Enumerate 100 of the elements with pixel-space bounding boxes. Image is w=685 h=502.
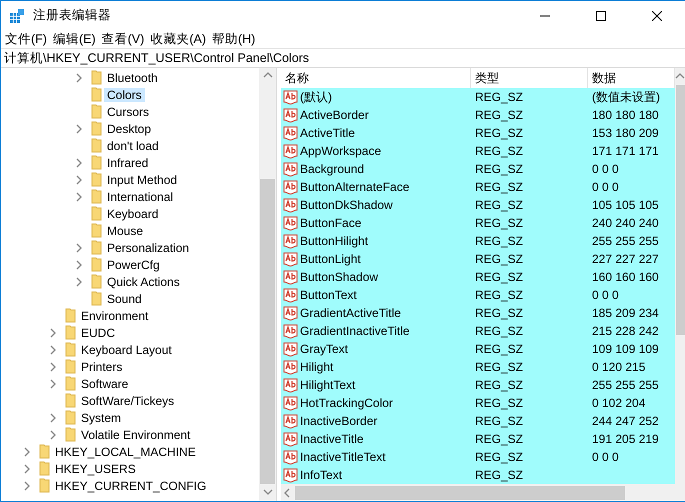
tree-item[interactable]: Colors xyxy=(104,88,145,102)
tree-item[interactable]: don't load xyxy=(104,138,162,152)
table-row[interactable]: ButtonLight REG_SZ 227 227 227 xyxy=(281,250,675,268)
folder-icon xyxy=(91,172,102,187)
tree-item[interactable]: SoftWare/Tickeys xyxy=(78,394,178,408)
table-row[interactable]: AppWorkspace REG_SZ 171 171 171 xyxy=(281,142,675,160)
tree-item[interactable]: Printers xyxy=(78,360,126,374)
table-cell: InactiveTitleText xyxy=(300,450,386,464)
string-value-icon xyxy=(283,306,298,320)
table-cell: InactiveTitle xyxy=(300,432,364,446)
table-cell: GrayText xyxy=(300,342,348,356)
folder-icon xyxy=(65,342,76,357)
menu-item[interactable]: 帮助(H) xyxy=(210,30,260,48)
tree-item[interactable]: System xyxy=(78,410,124,424)
table-cell-text: 0 0 0 xyxy=(591,288,620,302)
scrollbar-thumb[interactable] xyxy=(295,486,625,500)
string-value-icon xyxy=(283,378,298,392)
table-cell-text: 240 240 240 xyxy=(591,216,660,230)
table-row[interactable]: Hilight REG_SZ 0 120 215 xyxy=(281,358,675,376)
scrollbar[interactable] xyxy=(281,484,685,501)
menu-item[interactable]: 查看(V) xyxy=(100,30,148,48)
tree-item[interactable]: Software xyxy=(78,376,132,390)
folder-icon xyxy=(65,325,76,340)
table-cell-text: REG_SZ xyxy=(474,252,524,266)
table-cell: ButtonDkShadow xyxy=(300,198,393,212)
string-value-icon xyxy=(283,90,298,104)
address-bar[interactable]: 计算机\HKEY_CURRENT_USER\Control Panel\Colors xyxy=(1,48,685,68)
tree-item[interactable]: Keyboard Layout xyxy=(78,342,175,356)
folder-icon xyxy=(91,155,102,170)
tree-item[interactable]: Infrared xyxy=(104,156,152,170)
table-cell: ButtonLight xyxy=(300,252,361,266)
table-row[interactable]: ActiveBorder REG_SZ 180 180 180 xyxy=(281,106,675,124)
table-row[interactable]: ButtonDkShadow REG_SZ 105 105 105 xyxy=(281,196,675,214)
folder-icon xyxy=(91,240,102,255)
tree-item[interactable]: Bluetooth xyxy=(104,70,161,84)
tree-item[interactable]: Quick Actions xyxy=(104,274,183,288)
tree-item[interactable]: Input Method xyxy=(104,172,180,186)
scrollbar-thumb[interactable] xyxy=(676,85,684,335)
tree-item[interactable]: Sound xyxy=(104,292,145,306)
folder-icon xyxy=(91,121,102,136)
table-cell-text: 0 0 0 xyxy=(591,450,620,464)
table-row[interactable]: Background REG_SZ 0 0 0 xyxy=(281,160,675,178)
table-cell-text: REG_SZ xyxy=(474,342,524,356)
table-cell: ButtonShadow xyxy=(300,270,378,284)
table-cell: ButtonAlternateFace xyxy=(300,180,410,194)
table-cell: GradientActiveTitle xyxy=(300,306,401,320)
table-cell-text: 171 171 171 xyxy=(591,144,660,158)
scrollbar[interactable] xyxy=(259,68,276,501)
table-row[interactable]: (默认) REG_SZ (数值未设置) xyxy=(281,88,675,106)
table-cell-text: 160 160 160 xyxy=(591,270,660,284)
tree-item[interactable]: HKEY_CURRENT_CONFIG xyxy=(52,478,210,492)
folder-icon xyxy=(91,189,102,204)
string-value-icon xyxy=(283,288,298,302)
tree-item[interactable]: Personalization xyxy=(104,240,192,254)
table-row[interactable]: ButtonText REG_SZ 0 0 0 xyxy=(281,286,675,304)
table-cell-text: REG_SZ xyxy=(474,396,524,410)
folder-icon xyxy=(65,376,76,391)
tree-item[interactable]: Keyboard xyxy=(104,206,162,220)
folder-icon xyxy=(39,444,50,459)
table-row[interactable]: ButtonHilight REG_SZ 255 255 255 xyxy=(281,232,675,250)
scrollbar-thumb[interactable] xyxy=(260,178,275,484)
menu-item[interactable]: 收藏夹(A) xyxy=(148,30,210,48)
tree-item[interactable]: International xyxy=(104,190,176,204)
table-row[interactable]: ButtonAlternateFace REG_SZ 0 0 0 xyxy=(281,178,675,196)
table-cell: ButtonText xyxy=(300,288,357,302)
tree-item[interactable]: Cursors xyxy=(104,104,152,118)
table-row[interactable]: InactiveTitleText REG_SZ 0 0 0 xyxy=(281,448,675,466)
table-cell-text: REG_SZ xyxy=(474,306,524,320)
table-cell-text: 109 109 109 xyxy=(591,342,660,356)
table-row[interactable]: InactiveBorder REG_SZ 244 247 252 xyxy=(281,412,675,430)
table-row[interactable]: InfoText REG_SZ xyxy=(281,466,675,484)
tree-item[interactable]: EUDC xyxy=(78,326,118,340)
tree-item[interactable]: Desktop xyxy=(104,122,154,136)
table-row[interactable]: ButtonFace REG_SZ 240 240 240 xyxy=(281,214,675,232)
table-row[interactable]: GradientInactiveTitle REG_SZ 215 228 242 xyxy=(281,322,675,340)
table-row[interactable]: GrayText REG_SZ 109 109 109 xyxy=(281,340,675,358)
table-cell-text: REG_SZ xyxy=(474,360,524,374)
folder-icon xyxy=(91,138,102,153)
window-title: 注册表编辑器 xyxy=(33,7,112,24)
string-value-icon xyxy=(283,216,298,230)
table-row[interactable]: HotTrackingColor REG_SZ 0 102 204 xyxy=(281,394,675,412)
table-cell-text: REG_SZ xyxy=(474,288,524,302)
tree-item[interactable]: PowerCfg xyxy=(104,258,163,272)
table-row[interactable]: GradientActiveTitle REG_SZ 185 209 234 xyxy=(281,304,675,322)
scrollbar[interactable] xyxy=(675,68,685,484)
string-value-icon xyxy=(283,252,298,266)
table-row[interactable]: InactiveTitle REG_SZ 191 205 219 xyxy=(281,430,675,448)
menu-item[interactable]: 编辑(E) xyxy=(50,30,100,48)
menu-item[interactable]: 文件(F) xyxy=(3,30,51,48)
table-cell-text: REG_SZ xyxy=(474,90,524,104)
table-row[interactable]: ButtonShadow REG_SZ 160 160 160 xyxy=(281,268,675,286)
tree-item[interactable]: Environment xyxy=(78,308,152,322)
tree-item[interactable]: Mouse xyxy=(104,224,146,238)
tree-item[interactable]: HKEY_USERS xyxy=(52,462,139,476)
table-cell-text: REG_SZ xyxy=(474,378,524,392)
tree-item[interactable]: HKEY_LOCAL_MACHINE xyxy=(52,444,199,458)
table-cell-text: 185 209 234 xyxy=(591,306,660,320)
table-row[interactable]: ActiveTitle REG_SZ 153 180 209 xyxy=(281,124,675,142)
table-row[interactable]: HilightText REG_SZ 255 255 255 xyxy=(281,376,675,394)
tree-item[interactable]: Volatile Environment xyxy=(78,428,194,442)
